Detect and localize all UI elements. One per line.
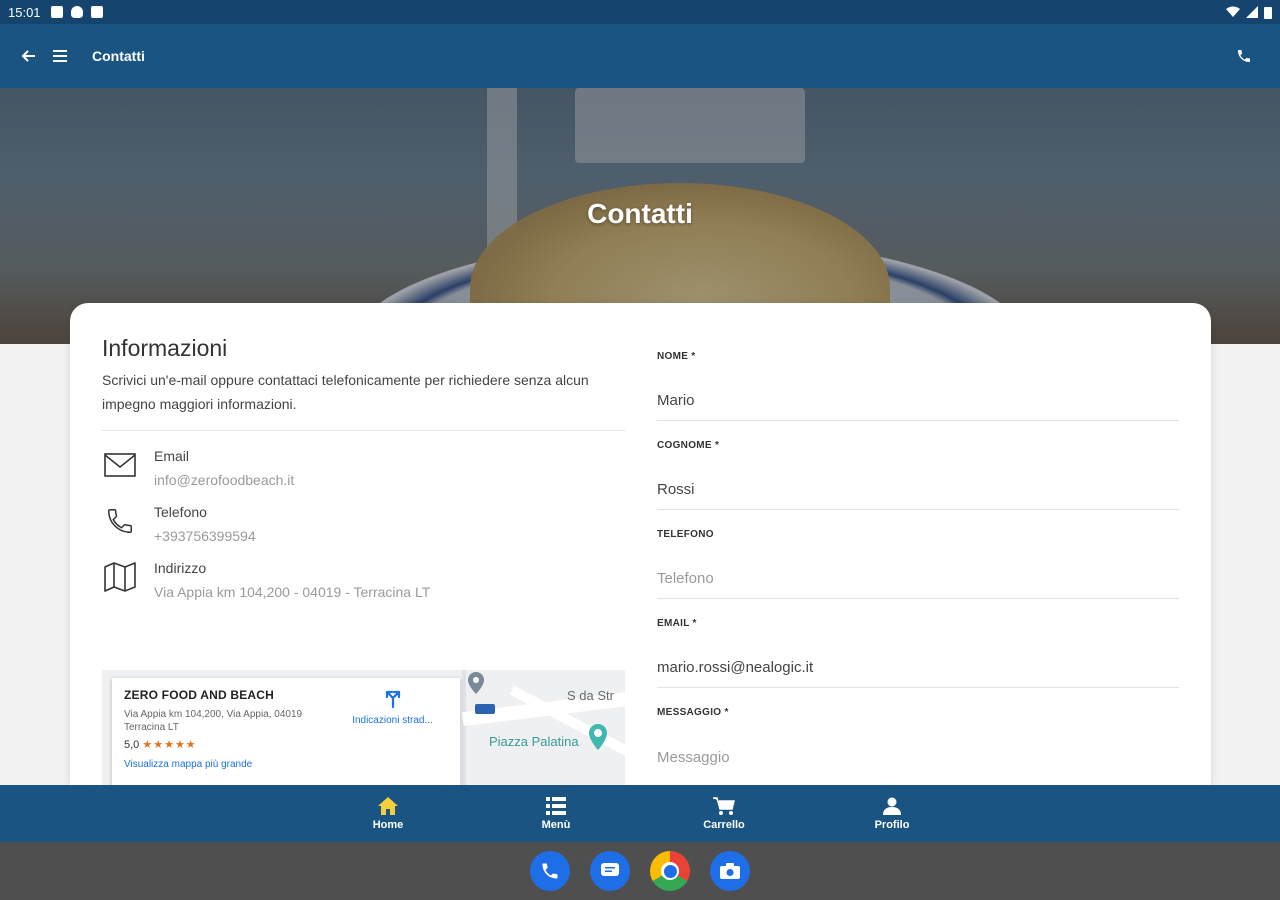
chrome-core bbox=[663, 864, 677, 878]
directions-label: Indicazioni strad... bbox=[352, 715, 433, 726]
field-label: TELEFONO bbox=[657, 529, 714, 540]
form-field-telefono: TELEFONO bbox=[657, 529, 1179, 618]
dialer-app-icon[interactable] bbox=[530, 851, 570, 891]
hamburger-icon bbox=[53, 50, 67, 62]
nav-item-home[interactable]: Home bbox=[304, 785, 472, 842]
telefono-input[interactable] bbox=[657, 559, 1179, 599]
info-value: Via Appia km 104,200 - 04019 - Terracina… bbox=[154, 584, 431, 600]
arrow-left-icon bbox=[21, 50, 35, 62]
app-bar-title: Contatti bbox=[92, 48, 145, 64]
info-item-email[interactable]: Email info@zerofoodbeach.it bbox=[102, 447, 625, 489]
sd-card-icon bbox=[90, 6, 103, 18]
call-button[interactable] bbox=[1232, 44, 1256, 68]
rating-value: 5,0 bbox=[124, 739, 140, 751]
battery-icon bbox=[1264, 6, 1272, 19]
nav-item-menu[interactable]: Menù bbox=[472, 785, 640, 842]
app-bar: Contatti bbox=[0, 24, 1280, 88]
nav-label: Profilo bbox=[874, 818, 910, 831]
map-place-address: Via Appia km 104,200, Via Appia, 04019 T… bbox=[124, 709, 303, 733]
list-icon bbox=[546, 796, 566, 815]
road-shield-icon bbox=[475, 704, 495, 714]
cart-icon bbox=[713, 796, 735, 815]
map-icon bbox=[102, 559, 138, 595]
phone-icon bbox=[102, 503, 138, 539]
bottom-navigation: Home Menù Carrello Profilo bbox=[0, 785, 1280, 842]
info-value: info@zerofoodbeach.it bbox=[154, 472, 295, 488]
messages-app-icon[interactable] bbox=[590, 851, 630, 891]
signal-icon bbox=[1246, 6, 1258, 18]
info-divider bbox=[102, 430, 625, 431]
contact-form: NOME * COGNOME * TELEFONO EMAIL * MESSAG… bbox=[657, 351, 1179, 785]
nav-item-profile[interactable]: Profilo bbox=[808, 785, 976, 842]
messaggio-input[interactable] bbox=[657, 737, 1179, 777]
nav-label: Carrello bbox=[703, 818, 745, 831]
home-icon bbox=[378, 796, 398, 815]
status-time: 15:01 bbox=[8, 4, 41, 20]
nav-label: Menù bbox=[541, 818, 571, 831]
view-larger-map-link[interactable]: Visualizza mappa più grande bbox=[124, 759, 448, 770]
map-place-card: ZERO FOOD AND BEACH Via Appia km 104,200… bbox=[112, 678, 460, 785]
form-field-messaggio: MESSAGGIO * bbox=[657, 707, 1179, 785]
hero-title: Contatti bbox=[587, 198, 693, 229]
info-label: Indirizzo bbox=[154, 560, 207, 576]
email-input[interactable] bbox=[657, 648, 1179, 688]
map-place-rating: 5,0 ★★★★★ bbox=[124, 738, 448, 751]
contact-card: Informazioni Scrivici un'e-mail oppure c… bbox=[70, 303, 1211, 785]
field-label: MESSAGGIO * bbox=[657, 707, 729, 718]
shield-icon bbox=[70, 6, 83, 18]
info-item-address[interactable]: Indirizzo Via Appia km 104,200 - 04019 -… bbox=[102, 559, 625, 601]
phone-icon bbox=[1238, 50, 1250, 62]
rating-stars: ★★★★★ bbox=[142, 739, 197, 751]
field-label: COGNOME * bbox=[657, 440, 720, 451]
nav-item-cart[interactable]: Carrello bbox=[640, 785, 808, 842]
info-heading: Informazioni bbox=[102, 335, 228, 361]
form-field-cognome: COGNOME * bbox=[657, 440, 1179, 529]
info-description: Scrivici un'e-mail oppure contattaci tel… bbox=[102, 372, 589, 412]
directions-icon bbox=[385, 690, 400, 709]
form-field-email: EMAIL * bbox=[657, 618, 1179, 707]
status-bar: 15:01 bbox=[0, 0, 1280, 24]
field-label: NOME * bbox=[657, 351, 696, 362]
chrome-center bbox=[661, 862, 679, 880]
info-item-phone[interactable]: Telefono +393756399594 bbox=[102, 503, 625, 545]
map-poi-label: Piazza Palatina bbox=[489, 734, 579, 749]
info-label: Email bbox=[154, 448, 190, 464]
back-button[interactable] bbox=[16, 44, 40, 68]
map-road bbox=[462, 670, 466, 785]
system-dock bbox=[0, 842, 1280, 900]
mail-icon bbox=[102, 447, 138, 483]
menu-button[interactable] bbox=[48, 44, 72, 68]
user-icon bbox=[883, 797, 901, 815]
wifi-icon bbox=[1226, 6, 1240, 17]
notification-icon bbox=[50, 6, 63, 18]
map-road-label: S da Str bbox=[567, 688, 614, 703]
embedded-map[interactable]: S da Str Piazza Palatina ZERO FOOD AND B… bbox=[102, 670, 625, 785]
nome-input[interactable] bbox=[657, 381, 1179, 421]
info-section: Informazioni Scrivici un'e-mail oppure c… bbox=[102, 335, 625, 601]
chrome-app-icon[interactable] bbox=[650, 851, 690, 891]
camera-app-icon[interactable] bbox=[710, 851, 750, 891]
directions-button[interactable]: Indicazioni strad... bbox=[340, 688, 445, 726]
info-label: Telefono bbox=[154, 504, 207, 520]
form-field-nome: NOME * bbox=[657, 351, 1179, 440]
cognome-input[interactable] bbox=[657, 470, 1179, 510]
map-poi-pin-icon bbox=[589, 724, 607, 750]
info-value: +393756399594 bbox=[154, 528, 256, 544]
field-label: EMAIL * bbox=[657, 618, 697, 629]
nav-label: Home bbox=[372, 818, 404, 831]
map-pin-icon bbox=[468, 672, 484, 694]
